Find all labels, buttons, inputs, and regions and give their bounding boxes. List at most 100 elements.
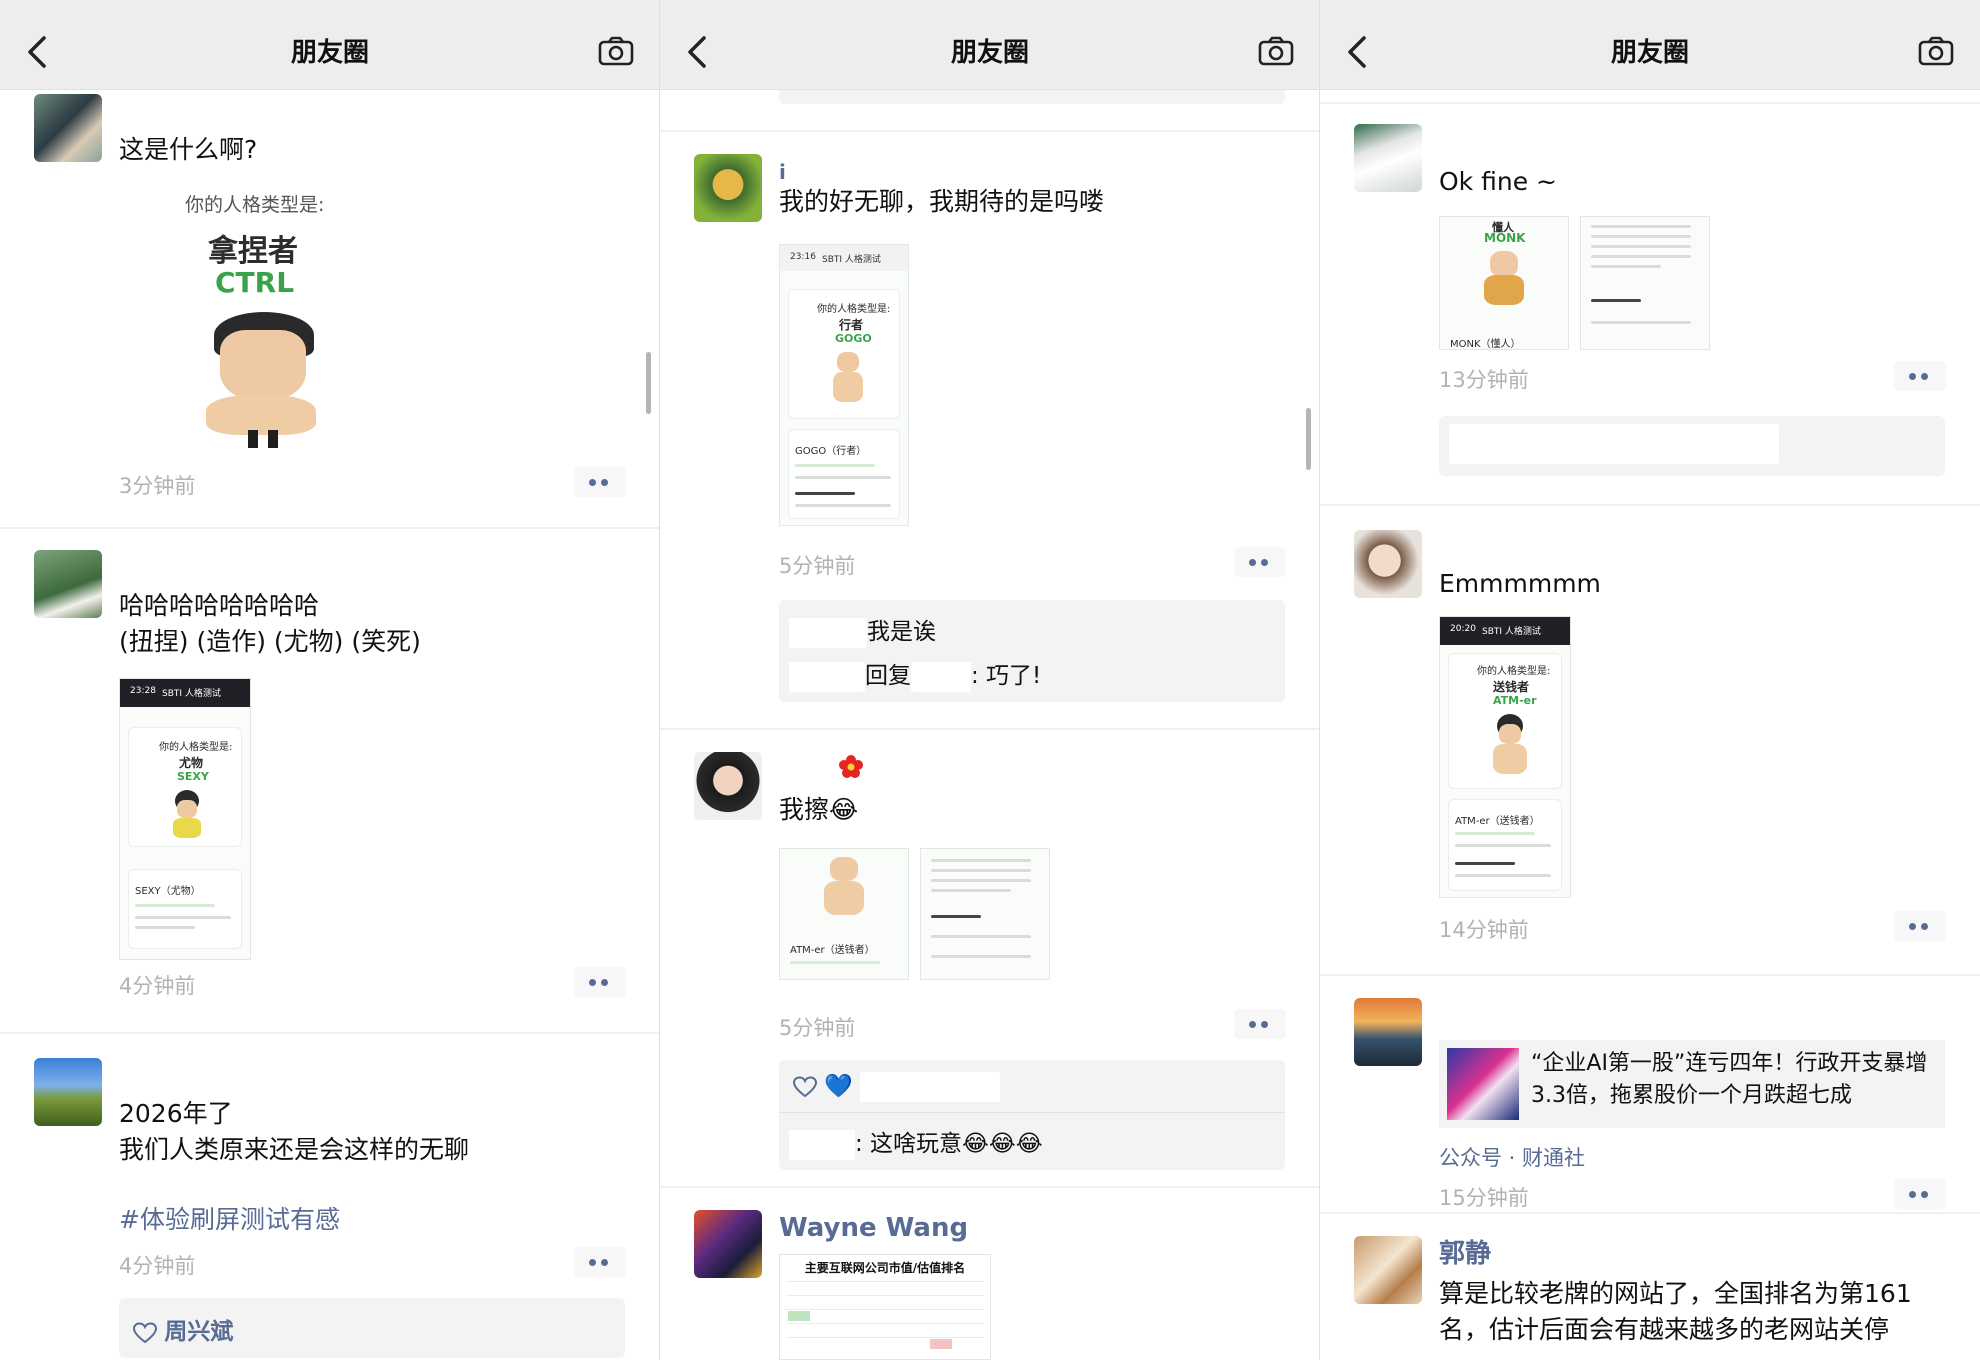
moments-feed[interactable]: 这是什么啊? 你的人格类型是: 拿捏者 CTRL 3分钟前 哈哈哈哈哈哈哈哈 (… xyxy=(0,90,659,1360)
likes-box: 周兴斌 xyxy=(119,1298,625,1358)
shot-result: GOGO（行者） xyxy=(795,446,867,457)
comment-line[interactable]: 回复: 巧了! xyxy=(789,656,1041,692)
post-text: 我擦😂 xyxy=(779,795,859,824)
post-image[interactable]: 懂人 MONK MONK（懂人） xyxy=(1439,216,1569,350)
post-text: 我们人类原来还是会这样的无聊 xyxy=(119,1135,470,1164)
avatar[interactable] xyxy=(1354,124,1422,192)
comment-box: 💙 : 这啥玩意😂😂😂 xyxy=(779,1060,1285,1170)
post-text: 名，估计后面会有越来越多的老网站关停 xyxy=(1439,1315,1890,1344)
like-emoji: 💙 xyxy=(824,1073,853,1100)
post-text: 2026年了 xyxy=(119,1099,233,1128)
moments-panel-1: 朋友圈 这是什么啊? 你的人格类型是: 拿捏者 CTRL 3分钟前 哈哈哈哈哈哈… xyxy=(0,0,660,1360)
moment-post: 郭静 算是比较老牌的网站了，全国排名为第161 名，估计后面会有越来越多的老网站… xyxy=(1320,1236,1980,1360)
moment-post: Wayne Wang 主要互联网公司市值/估值排名 xyxy=(660,1210,1319,1360)
shot-result: ATM-er（送钱者） xyxy=(1455,816,1540,827)
shot-type-cn: 送钱者 xyxy=(1493,680,1530,694)
like-user-name[interactable]: 周兴斌 xyxy=(164,1319,233,1345)
more-actions-button[interactable] xyxy=(1894,1179,1946,1209)
camera-icon[interactable] xyxy=(598,36,634,66)
likes-line: 💙 xyxy=(793,1072,1001,1102)
heart-icon xyxy=(793,1076,817,1098)
post-divider xyxy=(1320,1212,1980,1214)
camera-icon[interactable] xyxy=(1918,36,1954,66)
moment-post: Emmmmmm 20:20 SBTI 人格测试 你的人格类型是: 送钱者 ATM-… xyxy=(1320,530,1980,1060)
avatar[interactable] xyxy=(694,154,762,222)
post-image[interactable]: 20:20 SBTI 人格测试 你的人格类型是: 送钱者 ATM-er ATM-e… xyxy=(1439,616,1571,898)
article-title: “企业AI第一股”连亏四年！行政开支暴增3.3倍，拖累股价一个月跌超七成 xyxy=(1531,1051,1928,1108)
post-text: 算是比较老牌的网站了，全国排名为第161 xyxy=(1439,1279,1912,1308)
post-image[interactable]: 23:16 SBTI 人格测试 你的人格类型是: 行者 GOGO GOGO（行者） xyxy=(779,244,909,526)
shot-type-cn: 尤物 xyxy=(179,756,204,770)
post-author-name[interactable]: Wayne Wang xyxy=(779,1210,968,1246)
more-actions-button[interactable] xyxy=(1234,547,1286,577)
header-title: 朋友圈 xyxy=(290,38,369,68)
avatar[interactable] xyxy=(1354,1236,1422,1304)
shot-status-time: 23:28 xyxy=(130,686,156,696)
camera-icon[interactable] xyxy=(1258,36,1294,66)
avatar[interactable] xyxy=(34,550,102,618)
post-time: 5分钟前 xyxy=(779,1016,856,1040)
avatar[interactable] xyxy=(1354,530,1422,598)
article-source[interactable]: 公众号 · 财通社 xyxy=(1439,1142,1585,1172)
post-text: 这是什么啊? xyxy=(119,135,258,164)
post-image[interactable]: 主要互联网公司市值/估值排名 xyxy=(779,1254,991,1360)
shot-subtitle: 你的人格类型是: xyxy=(817,304,891,315)
post-time: 3分钟前 xyxy=(119,474,196,498)
image-type-cn: 拿捏者 xyxy=(208,234,298,269)
shot-status-time: 23:16 xyxy=(790,252,816,262)
more-actions-button[interactable] xyxy=(1234,1009,1286,1039)
scrollbar[interactable] xyxy=(1306,408,1311,470)
shot-type-en: GOGO xyxy=(835,332,872,345)
post-hashtag[interactable]: #体验刷屏测试有感 xyxy=(119,1200,340,1236)
post-author-name[interactable]: 郭静 xyxy=(1439,1236,1491,1272)
shot-type-en: MONK xyxy=(1484,231,1526,245)
avatar[interactable] xyxy=(34,1058,102,1126)
character-leg xyxy=(268,430,278,448)
post-time: 4分钟前 xyxy=(119,974,196,998)
moments-header: 朋友圈 xyxy=(660,0,1319,90)
shot-type-en: ATM-er xyxy=(1493,694,1537,707)
post-text: 我的好无聊，我期待的是吗喽 xyxy=(779,187,1105,216)
moment-post: 这是什么啊? 你的人格类型是: 拿捏者 CTRL 3分钟前 xyxy=(0,90,659,525)
shot-type-cn: 行者 xyxy=(839,318,864,332)
shared-article-card[interactable]: “企业AI第一股”连亏四年！行政开支暴增3.3倍，拖累股价一个月跌超七成 xyxy=(1439,1040,1945,1128)
post-image[interactable] xyxy=(920,848,1050,980)
image-chart-title: 主要互联网公司市值/估值排名 xyxy=(804,1261,966,1275)
more-actions-button[interactable] xyxy=(1894,361,1946,391)
more-actions-button[interactable] xyxy=(574,467,626,497)
post-text: Emmmmmm xyxy=(1439,569,1601,598)
post-time: 5分钟前 xyxy=(779,554,856,578)
post-image[interactable]: ATM-er（送钱者） xyxy=(779,848,909,980)
moments-feed[interactable]: i 我的好无聊，我期待的是吗喽 23:16 SBTI 人格测试 你的人格类型是: … xyxy=(660,90,1319,1360)
header-title: 朋友圈 xyxy=(1610,38,1689,68)
more-actions-button[interactable] xyxy=(574,967,626,997)
scrollbar[interactable] xyxy=(646,352,651,414)
shot-status-time: 20:20 xyxy=(1450,624,1476,634)
avatar[interactable] xyxy=(694,752,762,820)
avatar[interactable] xyxy=(694,1210,762,1278)
post-time: 15分钟前 xyxy=(1439,1186,1529,1210)
more-actions-button[interactable] xyxy=(1894,911,1946,941)
comment-box xyxy=(1439,416,1945,476)
comment-text: : 这啥玩意😂😂😂 xyxy=(855,1131,1043,1157)
comment-line[interactable]: : 这啥玩意😂😂😂 xyxy=(789,1124,1043,1160)
post-image[interactable]: 23:28 SBTI 人格测试 你的人格类型是: 尤物 SEXY SEXY（尤物） xyxy=(119,678,251,960)
post-text: 哈哈哈哈哈哈哈哈 xyxy=(119,591,320,620)
shot-title: SBTI 人格测试 xyxy=(1482,627,1541,637)
flower-icon xyxy=(839,755,863,778)
avatar[interactable] xyxy=(1354,998,1422,1066)
shot-title: SBTI 人格测试 xyxy=(822,255,881,265)
image-type-en: CTRL xyxy=(215,266,295,299)
moment-post: 2026年了 我们人类原来还是会这样的无聊 #体验刷屏测试有感 4分钟前 周兴斌 xyxy=(0,1058,659,1360)
post-time: 4分钟前 xyxy=(119,1254,196,1278)
post-divider xyxy=(0,527,659,529)
moments-feed[interactable]: Ok fine ~ 懂人 MONK MONK（懂人） 13分钟前 Emmmmmm… xyxy=(1320,90,1980,1360)
more-actions-button[interactable] xyxy=(574,1247,626,1277)
moment-post: Ok fine ~ 懂人 MONK MONK（懂人） 13分钟前 xyxy=(1320,124,1980,494)
post-image[interactable] xyxy=(1580,216,1710,350)
comment-line[interactable]: 我是诶 xyxy=(789,612,936,648)
shot-result: SEXY（尤物） xyxy=(135,886,201,897)
post-time: 14分钟前 xyxy=(1439,918,1529,942)
post-time: 13分钟前 xyxy=(1439,368,1529,392)
post-image[interactable]: 你的人格类型是: 拿捏者 CTRL xyxy=(120,190,400,450)
